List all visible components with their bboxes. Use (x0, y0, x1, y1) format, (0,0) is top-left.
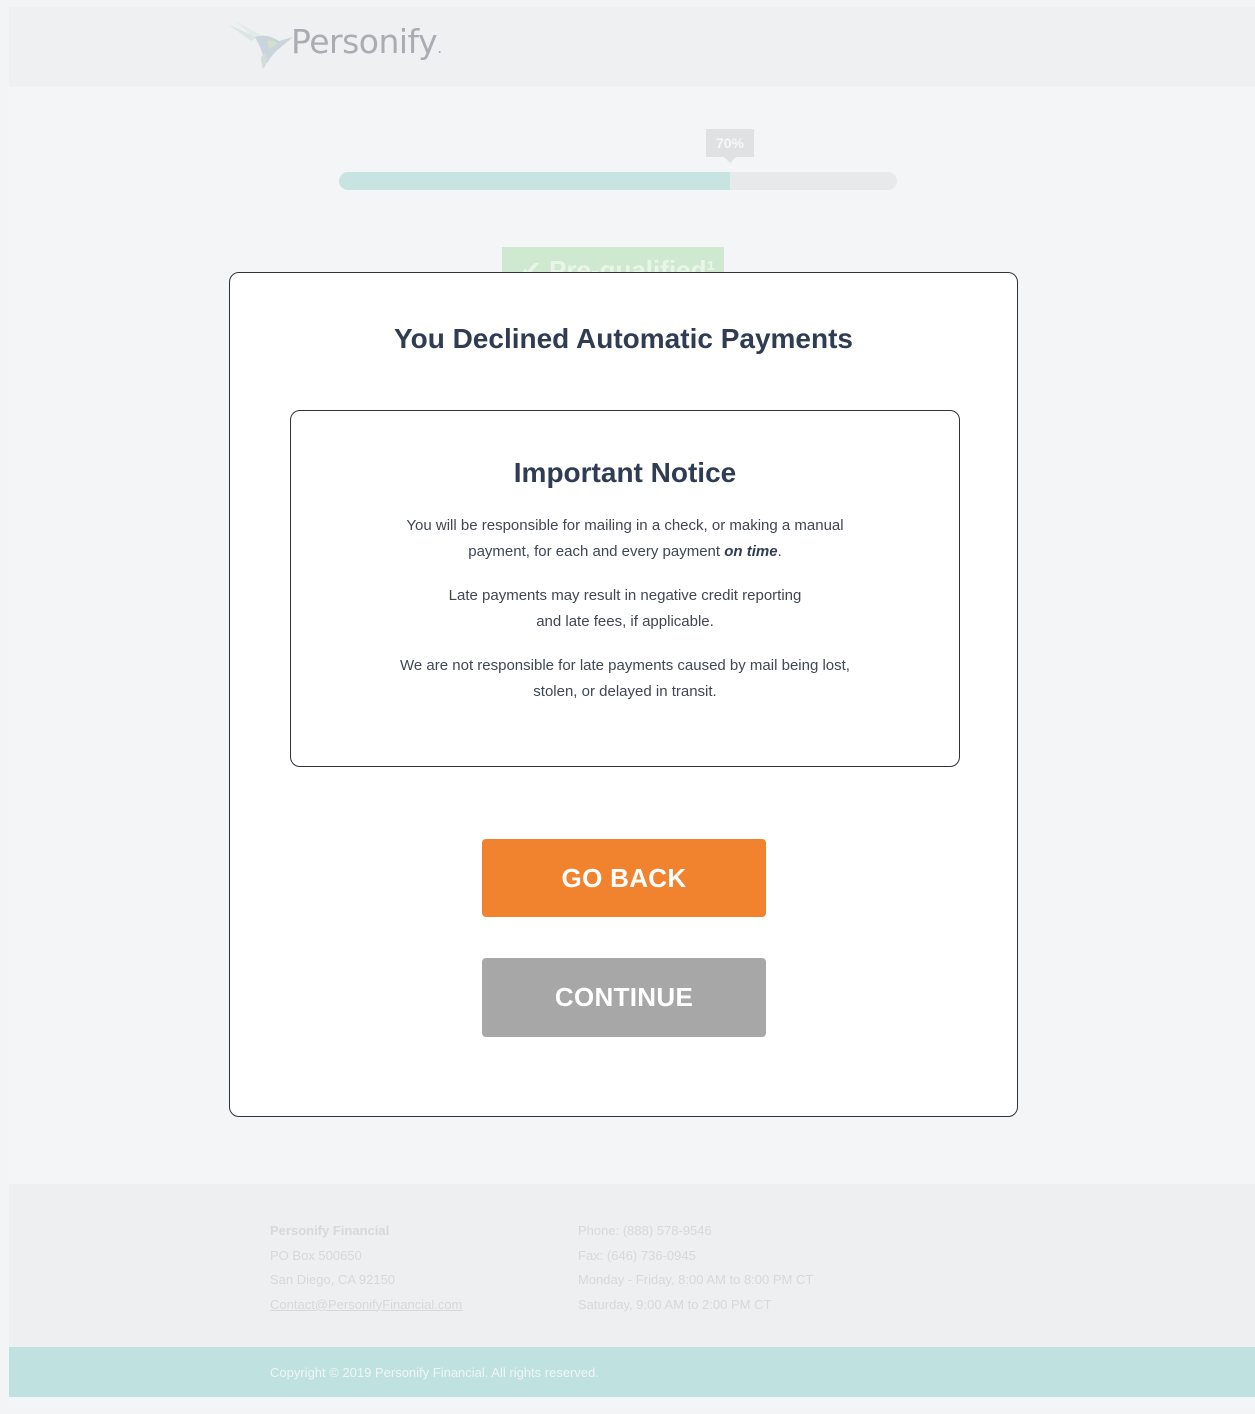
go-back-button[interactable]: GO BACK (482, 839, 766, 917)
site-header: Personify. (9, 7, 1255, 87)
footer-contact-column: Phone: (888) 578-9546 Fax: (646) 736-094… (578, 1219, 813, 1317)
notice-paragraph-mail-liability: We are not responsible for late payments… (400, 657, 850, 700)
footer-phone: Phone: (888) 578-9546 (578, 1223, 712, 1238)
hummingbird-logo-icon (229, 21, 293, 69)
footer-address-line2: San Diego, CA 92150 (270, 1272, 396, 1287)
notice-paragraph-late-payments: Late payments may result in negative cre… (448, 587, 802, 630)
footer-address-column: Personify Financial PO Box 500650 San Di… (270, 1219, 462, 1317)
personify-logo[interactable]: Personify. (227, 19, 442, 71)
on-time-emphasis: on time (724, 543, 778, 560)
important-notice-box: Important Notice You will be responsible… (290, 410, 960, 767)
progress-percent-label: 70% (715, 135, 745, 151)
declined-autopay-modal: You Declined Automatic Payments Importan… (229, 272, 1018, 1117)
progress-bar-fill (339, 172, 730, 190)
copyright-bar: Copyright © 2019 Personify Financial. Al… (9, 1347, 1255, 1397)
site-footer: Personify Financial PO Box 500650 San Di… (9, 1184, 1255, 1347)
footer-address-line1: PO Box 500650 (270, 1247, 362, 1263)
copyright-text: Copyright © 2019 Personify Financial. Al… (270, 1365, 599, 1380)
footer-hours-weekday: Monday - Friday, 8:00 AM to 8:00 PM CT (578, 1272, 814, 1287)
progress-percent-tooltip: 70% (706, 129, 754, 163)
footer-email-link[interactable]: Contact@PersonifyFinancial.com (270, 1293, 462, 1318)
notice-title: Important Notice (513, 457, 737, 488)
footer-fax: Fax: (646) 736-0945 (578, 1247, 696, 1263)
progress-bar (339, 172, 897, 190)
continue-button[interactable]: CONTINUE (482, 958, 766, 1037)
footer-hours-saturday: Saturday, 9:00 AM to 2:00 PM CT (578, 1296, 772, 1312)
modal-title: You Declined Automatic Payments (394, 323, 853, 354)
logo-text: Personify. (291, 21, 442, 61)
footer-company-name: Personify Financial (270, 1223, 390, 1238)
notice-paragraph-responsibility: You will be responsible for mailing in a… (406, 517, 844, 560)
